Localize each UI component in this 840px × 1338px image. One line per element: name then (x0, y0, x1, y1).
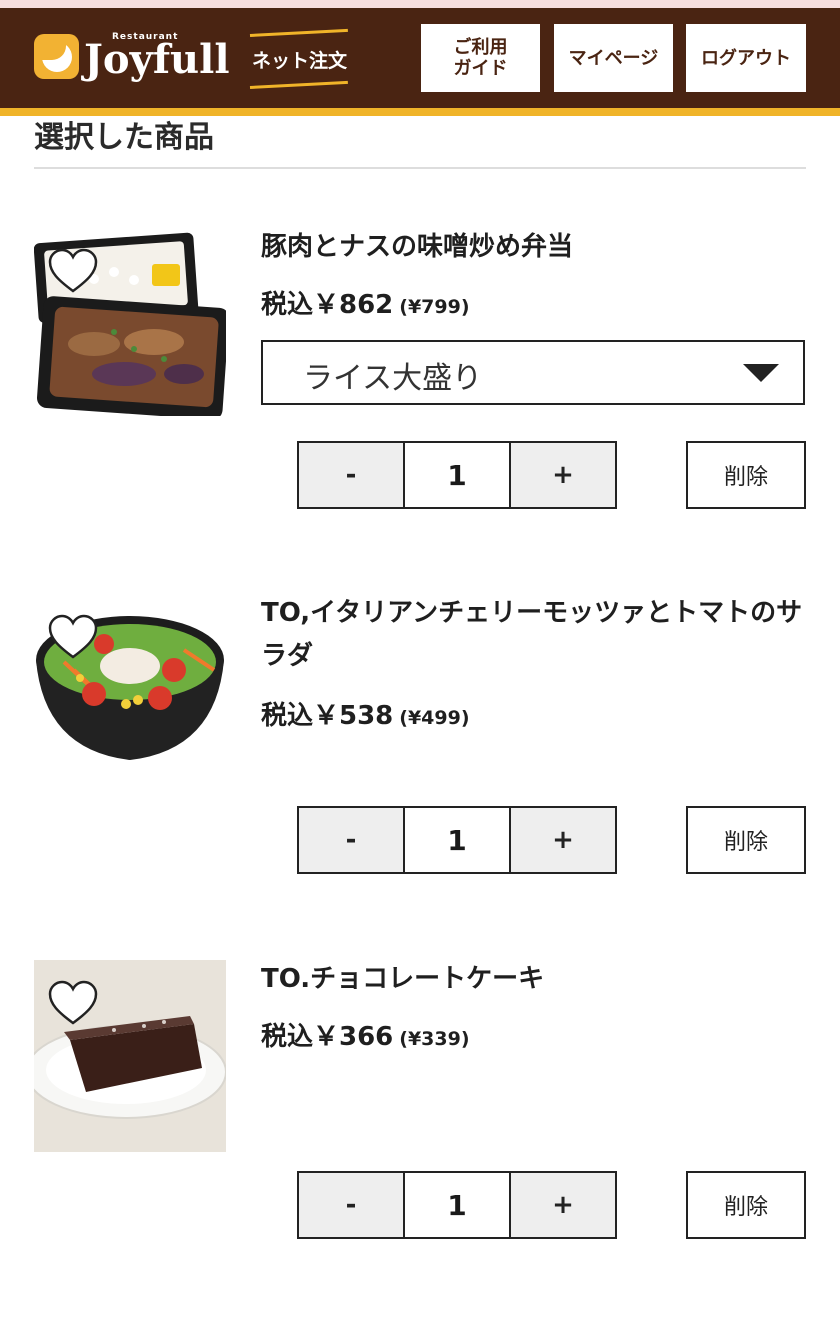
price-excl-tax: (¥339) (399, 1028, 470, 1050)
price-incl-tax: 税込￥366 (261, 1022, 394, 1052)
quantity-value: 1 (403, 1173, 511, 1237)
quantity-stepper: - 1 + (297, 441, 617, 509)
item-price: 税込￥862 (¥799) (261, 284, 470, 321)
favorite-heart-icon[interactable] (48, 614, 98, 660)
delete-button[interactable]: 削除 (686, 806, 806, 874)
net-order-label: ネット注文 (252, 50, 348, 72)
logo: Joyfull (84, 36, 230, 83)
item-name: 豚肉とナスの味噌炒め弁当 (261, 232, 574, 262)
dropdown-arrow-icon (743, 364, 779, 382)
quantity-value: 1 (403, 443, 511, 507)
header-bar: Restaurant Joyfull ネット注文 ご利用 ガイド マイページ ログ… (0, 8, 840, 108)
delete-button[interactable]: 削除 (686, 1171, 806, 1239)
option-selected-value: ライス大盛り (303, 361, 483, 396)
decrement-button[interactable]: - (299, 1173, 403, 1237)
logout-button[interactable]: ログアウト (686, 24, 806, 92)
item-price: 税込￥538 (¥499) (261, 695, 470, 732)
decrement-button[interactable]: - (299, 808, 403, 872)
increment-button[interactable]: + (511, 808, 615, 872)
increment-button[interactable]: + (511, 443, 615, 507)
top-strip (0, 0, 840, 8)
favorite-heart-icon[interactable] (48, 248, 98, 294)
item-name: TO,イタリアンチェリーモッツァとトマトのサラダ (261, 598, 803, 671)
delete-button[interactable]: 削除 (686, 441, 806, 509)
item-price: 税込￥366 (¥339) (261, 1016, 470, 1053)
quantity-value: 1 (403, 808, 511, 872)
guide-label-2: ガイド (453, 58, 508, 79)
logo-icon (34, 34, 79, 79)
price-incl-tax: 税込￥538 (261, 701, 394, 731)
mypage-button[interactable]: マイページ (554, 24, 673, 92)
increment-button[interactable]: + (511, 1173, 615, 1237)
decrement-button[interactable]: - (299, 443, 403, 507)
price-excl-tax: (¥499) (399, 707, 470, 729)
quantity-stepper: - 1 + (297, 1171, 617, 1239)
price-incl-tax: 税込￥862 (261, 290, 394, 320)
price-excl-tax: (¥799) (399, 296, 470, 318)
guide-button[interactable]: ご利用 ガイド (421, 24, 540, 92)
favorite-heart-icon[interactable] (48, 980, 98, 1026)
quantity-stepper: - 1 + (297, 806, 617, 874)
page-title: 選択した商品 (34, 120, 214, 155)
item-name: TO.チョコレートケーキ (261, 964, 545, 994)
guide-label-1: ご利用 (453, 37, 508, 58)
option-select[interactable]: ライス大盛り (261, 340, 805, 405)
divider (34, 167, 806, 169)
